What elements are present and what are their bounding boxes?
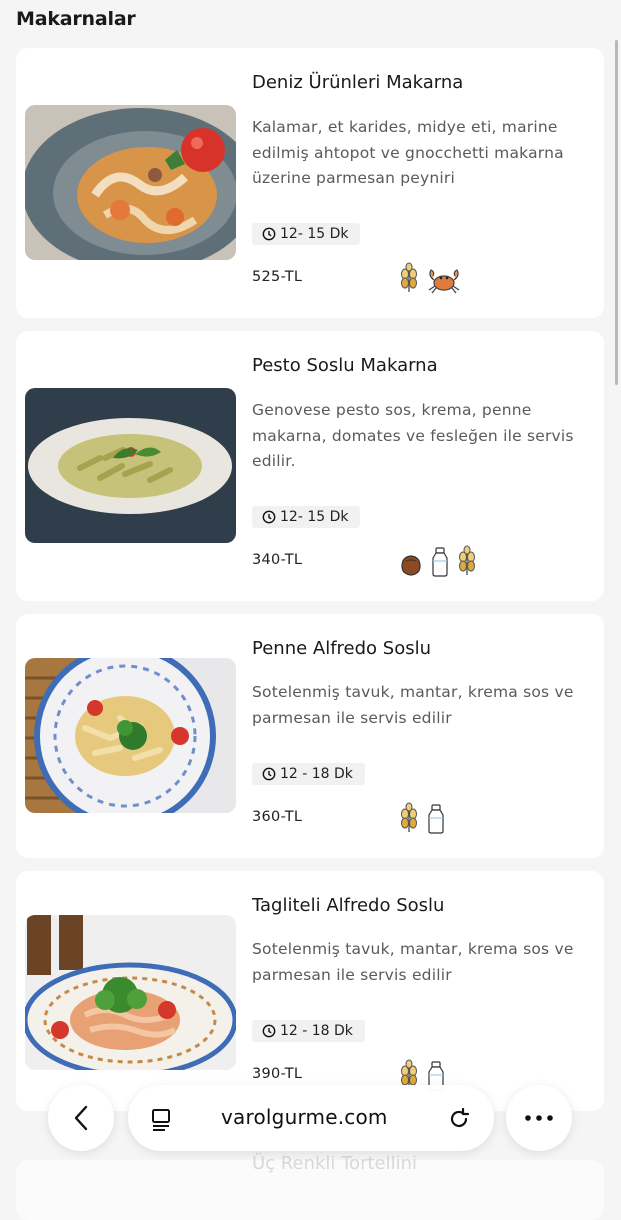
reload-icon[interactable] — [446, 1106, 472, 1132]
back-button[interactable] — [48, 1085, 114, 1151]
clock-icon — [262, 510, 276, 524]
wheat-icon — [459, 545, 475, 575]
prep-time-badge: 12- 15 Dk — [252, 506, 361, 528]
allergen-icons — [399, 802, 445, 834]
prep-time-text: 12 - 18 Dk — [280, 1023, 353, 1039]
milk-icon — [432, 547, 448, 577]
product-name: Penne Alfredo Soslu — [252, 638, 432, 659]
prep-time-text: 12- 15 Dk — [280, 509, 349, 525]
clock-icon — [262, 1024, 276, 1038]
product-price: 390-TL — [252, 1066, 303, 1082]
clock-icon — [262, 767, 276, 781]
product-card[interactable]: Tagliteli Alfredo Soslu Sotelenmiş tavuk… — [16, 871, 604, 1111]
more-button[interactable] — [506, 1085, 572, 1151]
prep-time-badge: 12- 15 Dk — [252, 223, 361, 245]
allergen-icons — [399, 262, 461, 294]
product-price: 340-TL — [252, 552, 303, 568]
product-price: 360-TL — [252, 809, 303, 825]
milk-icon — [428, 804, 444, 834]
prep-time-text: 12- 15 Dk — [280, 226, 349, 242]
nut-icon — [401, 555, 421, 576]
scrollbar[interactable] — [615, 40, 618, 385]
product-photo — [25, 658, 236, 813]
clock-icon — [262, 227, 276, 241]
crab-icon — [428, 269, 460, 294]
product-card[interactable]: Deniz Ürünleri Makarna Kalamar, et karid… — [16, 48, 604, 318]
product-photo — [25, 388, 236, 543]
product-price: 525-TL — [252, 269, 303, 285]
product-description: Sotelenmiş tavuk, mantar, krema sos ve p… — [252, 683, 574, 727]
wheat-icon — [401, 262, 417, 292]
prep-time-badge: 12 - 18 Dk — [252, 763, 365, 785]
product-description: Kalamar, et karides, midye eti, marine e… — [252, 118, 564, 187]
section-title: Makarnalar — [16, 8, 136, 30]
product-photo — [25, 915, 236, 1070]
product-name: Tagliteli Alfredo Soslu — [252, 895, 445, 916]
address-bar[interactable]: varolgurme.com — [128, 1085, 494, 1151]
prep-time-badge: 12 - 18 Dk — [252, 1020, 365, 1042]
prep-time-text: 12 - 18 Dk — [280, 766, 353, 782]
allergen-icons — [399, 545, 477, 577]
product-description: Sotelenmiş tavuk, mantar, krema sos ve p… — [252, 940, 574, 984]
wheat-icon — [401, 802, 417, 832]
product-card[interactable]: Penne Alfredo Soslu Sotelenmiş tavuk, ma… — [16, 614, 604, 858]
product-photo — [25, 105, 236, 260]
tabs-icon[interactable] — [150, 1107, 174, 1131]
product-card[interactable]: Pesto Soslu Makarna Genovese pesto sos, … — [16, 331, 604, 601]
more-icon — [525, 1115, 553, 1121]
product-name-partial: Üç Renkli Tortellini — [252, 1153, 418, 1174]
product-name: Pesto Soslu Makarna — [252, 355, 438, 376]
product-name: Deniz Ürünleri Makarna — [252, 72, 464, 93]
url-text[interactable]: varolgurme.com — [221, 1105, 388, 1129]
product-description: Genovese pesto sos, krema, penne makarna… — [252, 401, 574, 470]
chevron-left-icon — [74, 1105, 88, 1131]
